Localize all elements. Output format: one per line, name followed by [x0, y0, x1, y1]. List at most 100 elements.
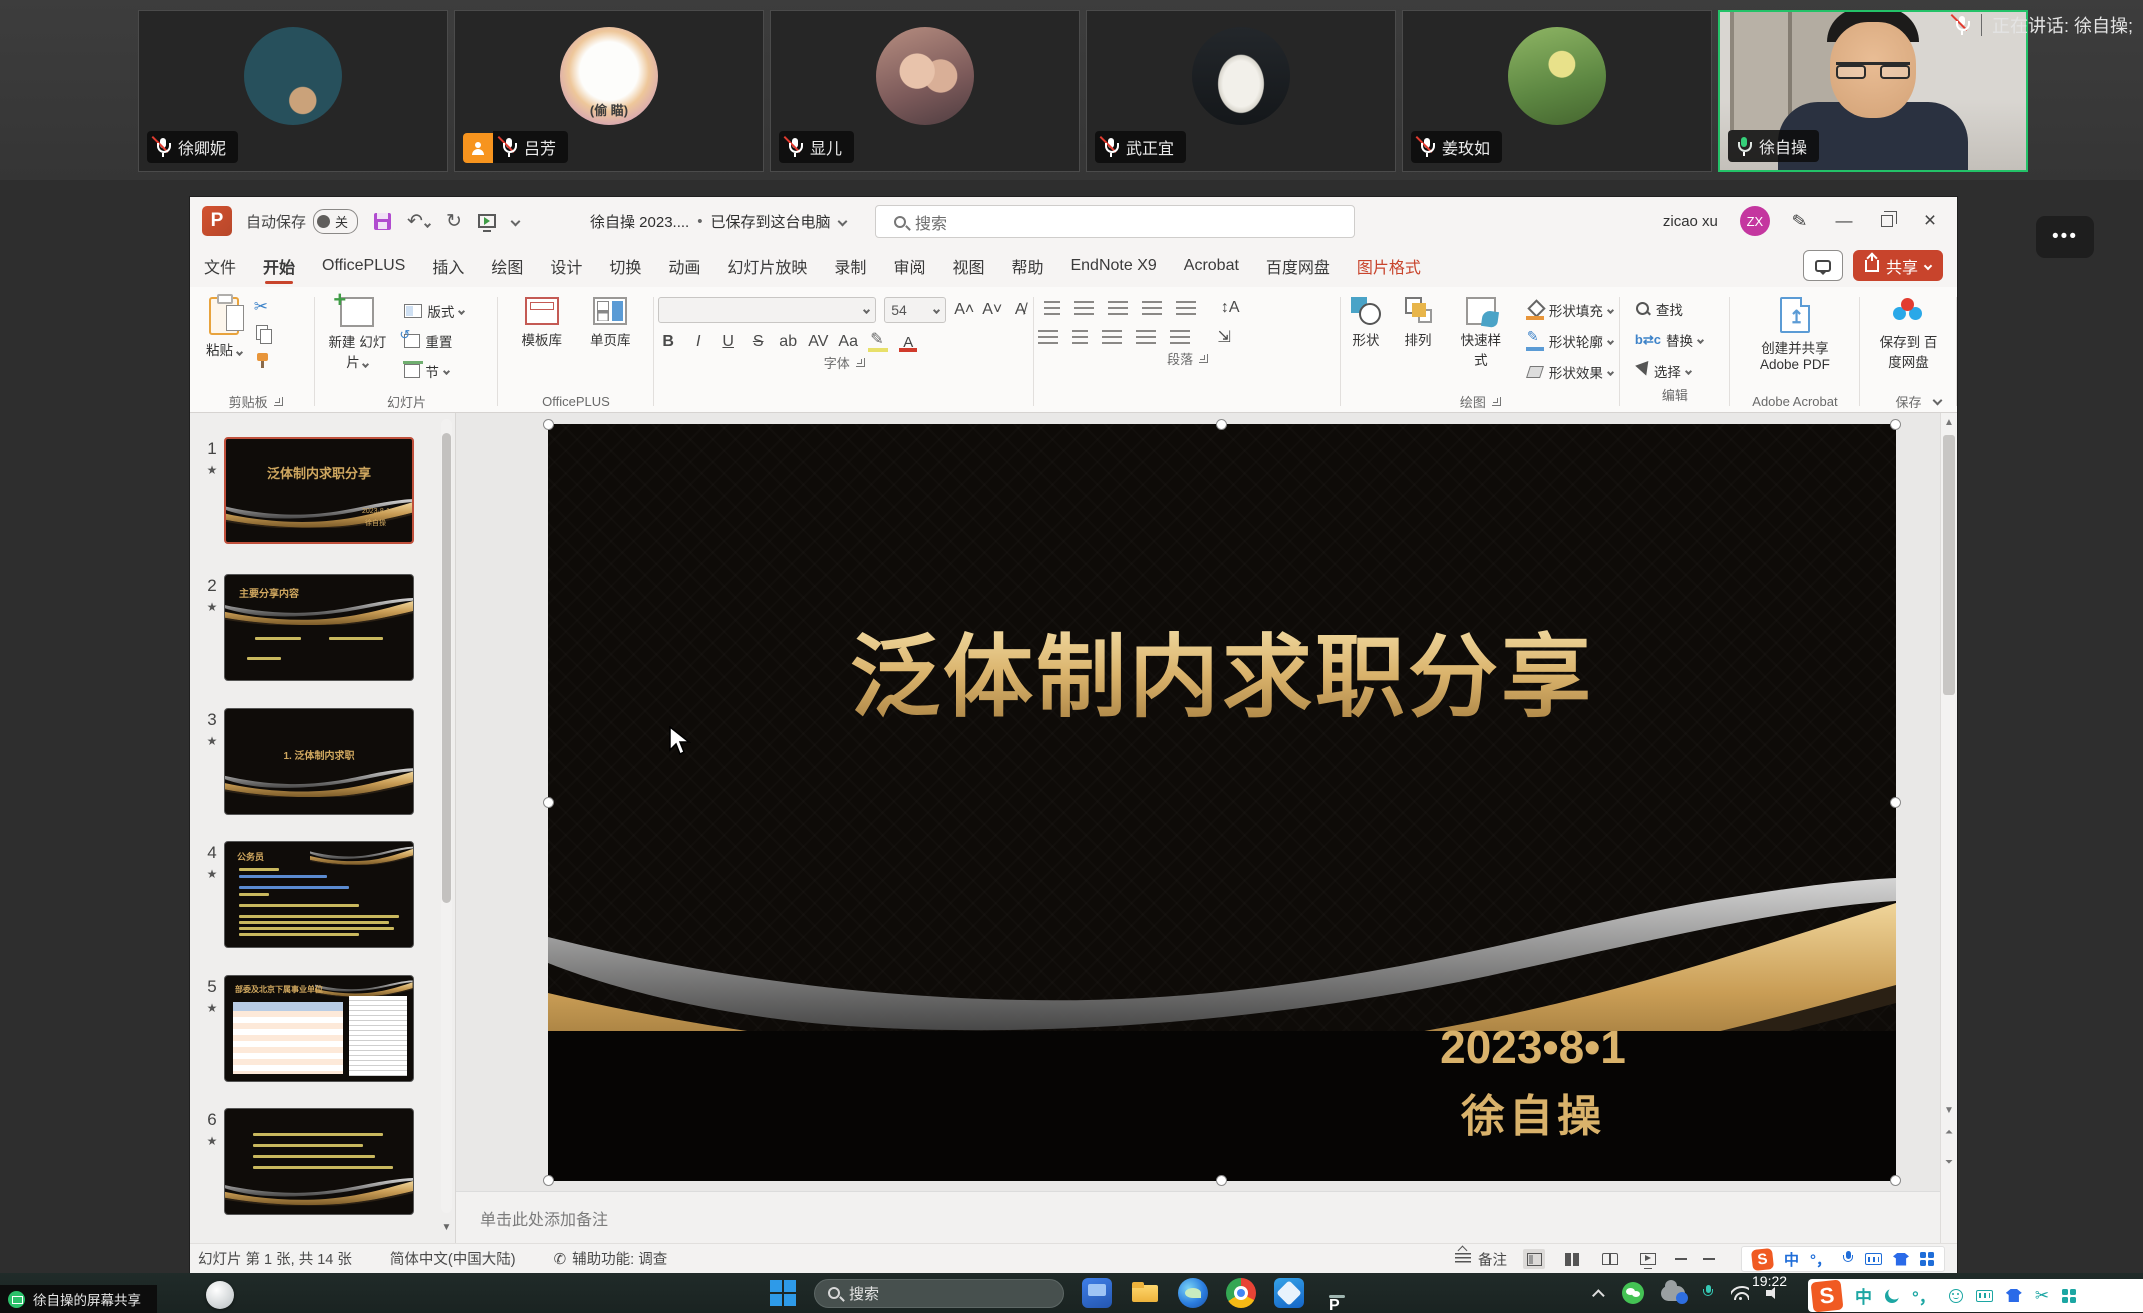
ime-keyboard-icon[interactable]	[1976, 1290, 1993, 1302]
ime-night-mode-icon[interactable]	[1885, 1289, 1899, 1303]
sogou-logo-icon[interactable]: S	[1811, 1279, 1844, 1312]
cut-icon[interactable]	[254, 299, 272, 317]
select-button[interactable]: 选择	[1632, 359, 1726, 383]
template-library-button[interactable]: 模板库	[515, 293, 568, 353]
columns-icon[interactable]	[1170, 330, 1190, 345]
comments-button[interactable]	[1803, 250, 1843, 281]
tray-overflow-icon[interactable]	[1592, 1289, 1605, 1302]
slide-date[interactable]: 2023•8•1	[1368, 1020, 1698, 1074]
document-title[interactable]: 徐自操 2023.... • 已保存到这台电脑	[590, 197, 846, 245]
slide-thumbnail-3[interactable]: 1. 泛体制内求职	[224, 708, 414, 815]
minimize-button[interactable]: —	[1829, 211, 1859, 231]
thumbnail-scrollbar[interactable]	[441, 419, 452, 1213]
change-case-icon[interactable]: Aa	[838, 333, 858, 351]
share-button[interactable]: 共享	[1853, 250, 1943, 281]
accessibility-status[interactable]: ✆ 辅助功能: 调查	[554, 1248, 668, 1269]
close-button[interactable]: ×	[1915, 209, 1945, 233]
participant-tile[interactable]: 显儿	[770, 10, 1080, 172]
ime-keyboard-icon[interactable]	[1865, 1253, 1882, 1265]
tab-draw[interactable]: 绘图	[491, 245, 523, 287]
tab-endnote[interactable]: EndNote X9	[1070, 245, 1156, 287]
text-direction-icon[interactable]: ↕A	[1220, 299, 1240, 317]
scrollbar-thumb[interactable]	[1943, 435, 1955, 695]
tab-officeplus[interactable]: OfficePLUS	[322, 245, 405, 287]
line-spacing-icon[interactable]	[1176, 301, 1196, 316]
ime-emoji-icon[interactable]	[1949, 1289, 1963, 1303]
ime-punctuation-icon[interactable]: °，	[1912, 1283, 1936, 1308]
zoom-slider[interactable]	[1703, 1258, 1715, 1260]
participant-tile[interactable]: 姜玫如	[1402, 10, 1712, 172]
powerpoint-app-icon[interactable]: P	[202, 206, 232, 236]
tab-insert[interactable]: 插入	[432, 245, 464, 287]
microphone-tray-icon[interactable]	[1702, 1285, 1714, 1301]
tab-transitions[interactable]: 切换	[609, 245, 641, 287]
font-dialog-launcher[interactable]	[856, 358, 865, 367]
tab-help[interactable]: 帮助	[1011, 245, 1043, 287]
font-color-icon[interactable]: A	[898, 334, 918, 350]
create-pdf-button[interactable]: 创建并共享 Adobe PDF	[1734, 293, 1856, 376]
tab-home[interactable]: 开始	[263, 245, 295, 287]
font-size-combo[interactable]: 54	[884, 297, 946, 323]
tab-file[interactable]: 文件	[204, 245, 236, 287]
find-button[interactable]: 查找	[1632, 297, 1726, 321]
underline-icon[interactable]: U	[718, 333, 738, 351]
convert-smartart-icon[interactable]: ⇲	[1214, 327, 1234, 347]
ime-skin-icon[interactable]	[1893, 1253, 1909, 1266]
align-left-icon[interactable]	[1038, 330, 1058, 345]
ime-chinese-mode-icon[interactable]: 中	[1855, 1283, 1872, 1308]
shadow-icon[interactable]: ab	[778, 333, 798, 351]
chrome-browser-icon[interactable]	[1226, 1278, 1256, 1308]
slide-thumbnail-4[interactable]: 公务员	[224, 841, 414, 948]
tab-acrobat[interactable]: Acrobat	[1184, 245, 1239, 287]
ime-toolbox-icon[interactable]	[2062, 1289, 2076, 1303]
account-avatar[interactable]: ZX	[1740, 206, 1770, 236]
previous-slide-icon[interactable]: ⏶	[1941, 1127, 1957, 1138]
highlight-color-icon[interactable]	[868, 335, 888, 349]
tab-animations[interactable]: 动画	[668, 245, 700, 287]
floating-ball[interactable]	[206, 1281, 234, 1309]
copy-icon[interactable]	[254, 325, 272, 343]
align-center-icon[interactable]	[1072, 330, 1088, 345]
selection-handle[interactable]	[1890, 1175, 1901, 1186]
slide-thumbnail-6[interactable]	[224, 1108, 414, 1215]
ime-punctuation-icon[interactable]: °，	[1810, 1249, 1831, 1270]
taskbar-search-input[interactable]: 搜索	[814, 1279, 1064, 1308]
strikethrough-icon[interactable]: S	[748, 333, 768, 351]
zoom-out-icon[interactable]	[1675, 1258, 1687, 1260]
char-spacing-icon[interactable]: AV	[808, 333, 828, 351]
save-to-baidu-button[interactable]: 保存到 百度网盘	[1870, 293, 1946, 375]
cloud-sync-tray-icon[interactable]	[1661, 1286, 1685, 1301]
tab-review[interactable]: 审阅	[893, 245, 925, 287]
page-library-button[interactable]: 单页库	[584, 293, 637, 353]
ime-chinese-mode-icon[interactable]: 中	[1784, 1249, 1799, 1270]
selection-handle[interactable]	[1216, 419, 1227, 430]
undo-icon[interactable]: ↶	[407, 212, 430, 231]
scroll-down-icon[interactable]: ▼	[1941, 1105, 1957, 1116]
autosave-toggle[interactable]: 自动保存 关	[246, 209, 358, 234]
search-input[interactable]: 搜索	[875, 205, 1355, 238]
edge-browser-icon[interactable]	[1178, 1278, 1208, 1308]
wechat-tray-icon[interactable]	[1622, 1282, 1644, 1304]
meeting-more-button[interactable]: •••	[2036, 216, 2094, 258]
next-slide-icon[interactable]: ⏷	[1941, 1157, 1957, 1168]
layout-button[interactable]: 版式	[401, 299, 467, 323]
sogou-logo-icon[interactable]: S	[1751, 1247, 1774, 1270]
shape-effects-button[interactable]: 形状效果	[1523, 360, 1616, 384]
redo-icon[interactable]: ↻	[446, 212, 462, 231]
selection-handle[interactable]	[543, 1175, 554, 1186]
participant-tile[interactable]: 武正宜	[1086, 10, 1396, 172]
vertical-scrollbar[interactable]: ▲ ▼ ⏶ ⏷	[1940, 413, 1957, 1243]
scroll-up-icon[interactable]: ▲	[1941, 417, 1957, 428]
paste-button[interactable]: 粘贴	[200, 293, 248, 363]
widgets-icon[interactable]	[1082, 1278, 1112, 1308]
slide-thumbnail-5[interactable]: 部委及北京下属事业单位	[224, 975, 414, 1082]
tab-view[interactable]: 视图	[952, 245, 984, 287]
tab-baidu-pan[interactable]: 百度网盘	[1266, 245, 1330, 287]
format-painter-icon[interactable]	[254, 351, 272, 369]
shape-fill-button[interactable]: 形状填充	[1523, 298, 1616, 322]
selection-handle[interactable]	[1890, 419, 1901, 430]
slide-counter[interactable]: 幻灯片 第 1 张, 共 14 张	[198, 1248, 352, 1269]
photos-app-icon[interactable]	[1274, 1278, 1304, 1308]
save-icon[interactable]	[374, 213, 391, 230]
ime-screenshot-icon[interactable]: ✂	[2035, 1286, 2049, 1306]
